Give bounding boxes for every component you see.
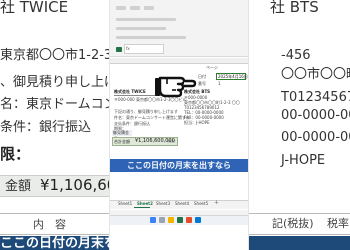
- number-label: 番号: [198, 81, 206, 86]
- ribbon-button[interactable]: [144, 6, 154, 10]
- tab-sheet4[interactable]: Sheet4: [175, 202, 189, 206]
- video-subtitle: ここの日付の月末を出すなら: [110, 159, 248, 172]
- active-tab-indicator: [134, 207, 150, 208]
- tab-sheet1[interactable]: Sheet1: [118, 202, 132, 206]
- bg-vendor-registration: T0123456789012: [281, 90, 350, 105]
- bg-company-name: 社 TWICE: [0, 0, 69, 16]
- bg-header-tax-rate: 税率: [327, 217, 349, 230]
- bg-vendor-fax: 00-0000-0000: [281, 130, 350, 145]
- client-name: 株式会社 TWICE: [114, 89, 146, 94]
- tab-sheet5[interactable]: Sheet5: [194, 202, 208, 206]
- bg-header-content: 内 容: [33, 218, 66, 231]
- bg-amount-label: 金額: [5, 179, 32, 194]
- start-icon[interactable]: [150, 217, 156, 223]
- amount-section-tag: 御見積金額: [112, 130, 132, 141]
- search-icon[interactable]: [159, 217, 165, 223]
- pointing-hand-icon: [155, 76, 197, 98]
- ribbon-button[interactable]: [116, 6, 126, 10]
- excel-window: fx ページ 日付 2025年4月16日 番号 1 株式会社 TWICE 〒00…: [110, 0, 248, 250]
- bg-vendor-name: 社 BTS: [270, 0, 319, 16]
- total-amount-label: 合計金額: [114, 139, 130, 144]
- ribbon-toolbar[interactable]: [116, 27, 166, 30]
- ribbon-toolbar[interactable]: [116, 36, 186, 39]
- bg-header-price: 記(税抜): [272, 217, 314, 230]
- formula-bar[interactable]: fx: [124, 44, 164, 54]
- greeting-text: 下記の通り、御見積り申し上げます: [114, 109, 178, 114]
- tax-included-label: (税込): [167, 139, 176, 143]
- bg-vendor-contact: J-HOPE: [281, 153, 326, 168]
- excel-icon[interactable]: [177, 217, 183, 223]
- bg-vendor-postal: -456: [281, 48, 311, 63]
- bg-vendor-address: 〇〇市〇〇町1-2-3 〇〇: [281, 67, 350, 82]
- file-button[interactable]: [116, 47, 122, 52]
- date-label: 日付: [198, 74, 206, 79]
- ribbon-button[interactable]: [130, 6, 140, 10]
- bg-deadline: 限：: [0, 145, 31, 163]
- bg-payment-terms: 条件：銀行振込: [0, 120, 92, 135]
- tab-sheet3[interactable]: Sheet3: [156, 202, 170, 206]
- bg-vendor-tel: 00-0000-0000: [281, 108, 350, 123]
- video-frame: 社 TWICE 東京都〇〇市1-2-3〇〇 、御見積り申し上げます 名：東京ドー…: [0, 0, 350, 250]
- bg-subtitle-text: ここの日付の月末を出すなら: [0, 236, 170, 250]
- page-label: ページ: [206, 65, 218, 70]
- number-value[interactable]: 1: [218, 82, 221, 86]
- folder-icon[interactable]: [168, 217, 174, 223]
- app-icon[interactable]: [186, 217, 192, 223]
- tab-sheet2[interactable]: Sheet2: [137, 202, 153, 206]
- ribbon-toolbar[interactable]: [116, 18, 176, 21]
- add-sheet-icon[interactable]: ＋: [214, 201, 219, 206]
- date-cell[interactable]: 2025年4月16日: [216, 73, 248, 80]
- subject-text: 件名：東京ドームコンサート運営に関する: [114, 115, 190, 120]
- vendor-contact: 担当：J-HOPE: [184, 120, 210, 125]
- browser-icon[interactable]: [195, 217, 201, 223]
